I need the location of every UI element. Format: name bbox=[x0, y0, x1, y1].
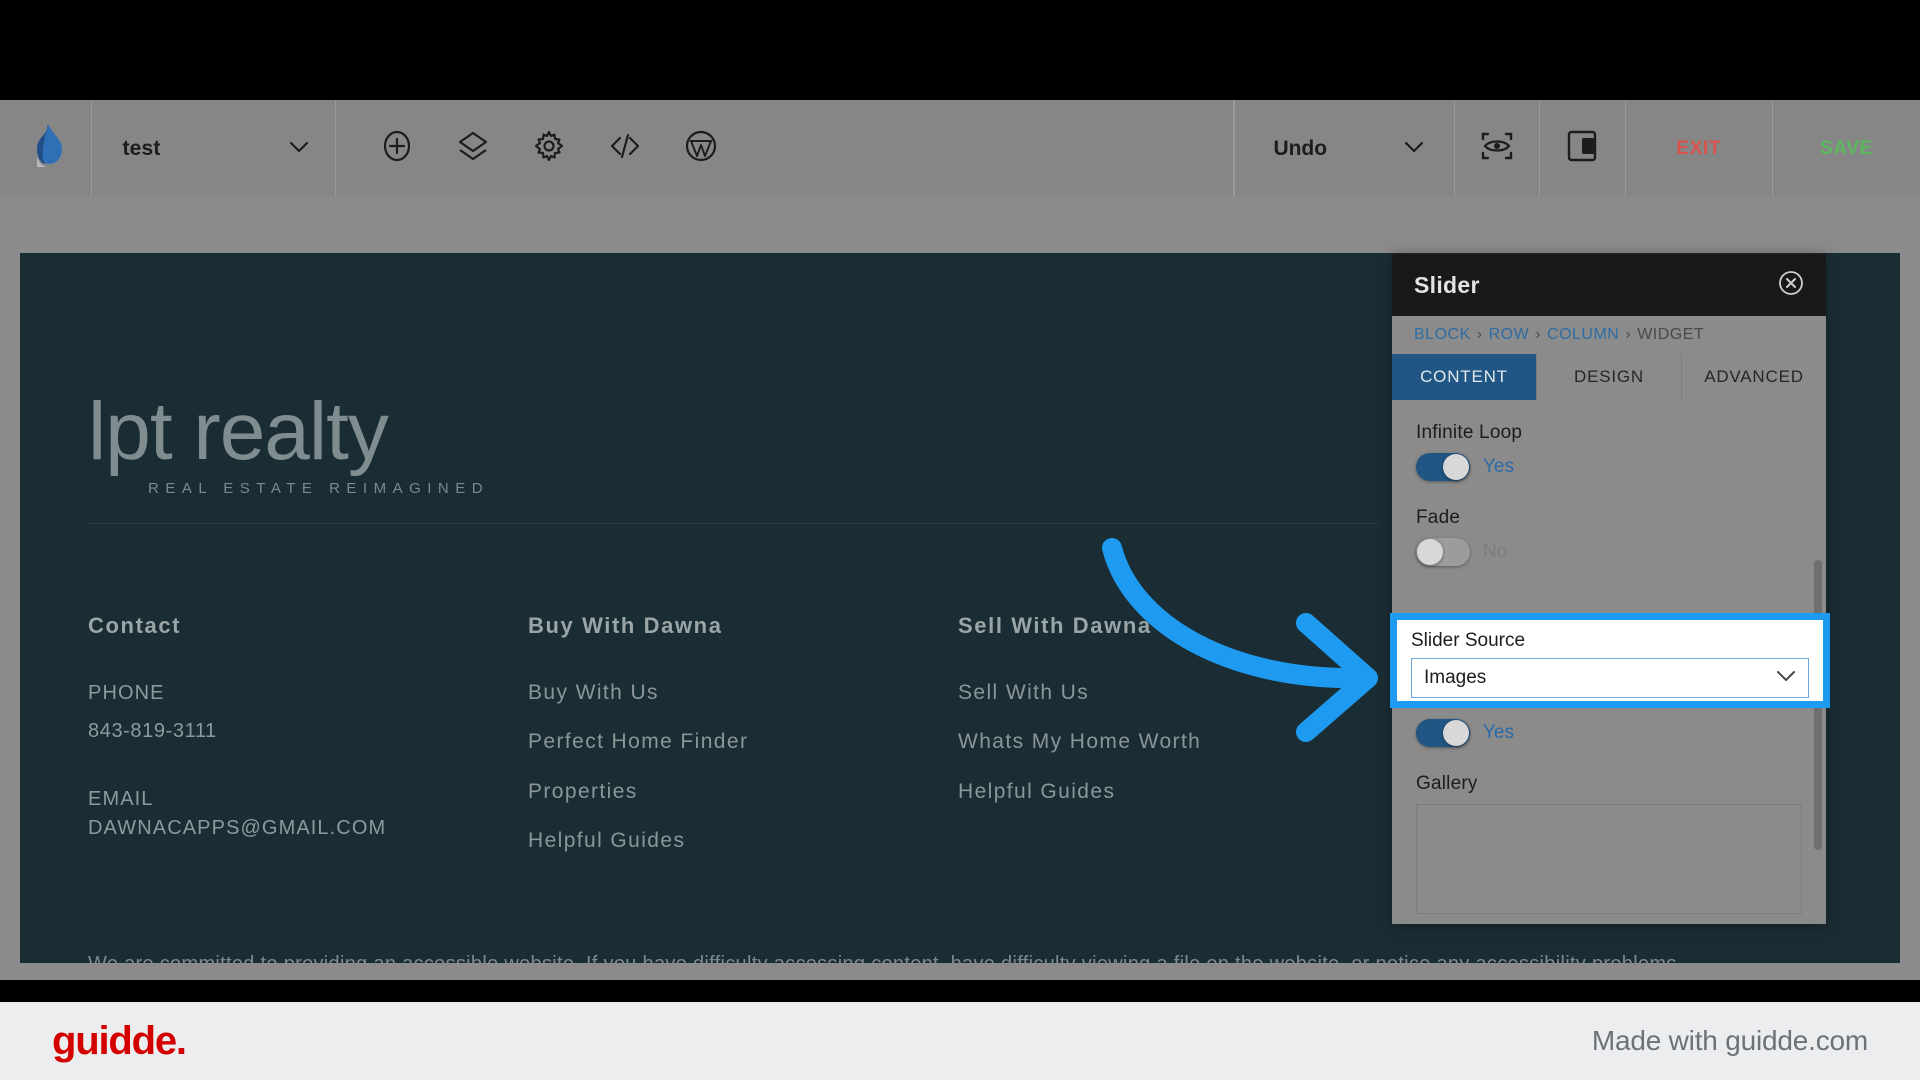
toggle-knob bbox=[1443, 454, 1469, 480]
chevron-down-icon bbox=[1776, 669, 1796, 687]
tab-design[interactable]: DESIGN bbox=[1537, 354, 1682, 400]
eye-focus-icon bbox=[1479, 130, 1515, 167]
preview-button[interactable] bbox=[1455, 100, 1541, 197]
guidde-attribution: Made with guidde.com bbox=[1591, 1025, 1868, 1056]
slider-source-select[interactable]: Images bbox=[1411, 658, 1809, 698]
gear-icon[interactable] bbox=[532, 129, 566, 168]
breadcrumb-separator: › bbox=[1476, 326, 1483, 343]
contact-phone-block: PHONE 843-819-3111 bbox=[88, 679, 528, 743]
contact-email-value[interactable]: DAWNACAPPS@GMAIL.COM bbox=[88, 814, 528, 843]
footer-link[interactable]: Perfect Home Finder bbox=[528, 728, 958, 755]
chevron-down-icon bbox=[289, 140, 309, 158]
infinite-loop-toggle[interactable] bbox=[1416, 453, 1470, 481]
undo-label: Undo bbox=[1273, 136, 1328, 160]
panel-title: Slider bbox=[1414, 271, 1480, 298]
device-layout-icon bbox=[1566, 129, 1598, 168]
responsive-view-button[interactable] bbox=[1540, 100, 1626, 197]
guidde-footer-bar: guidde. Made with guidde.com bbox=[0, 1002, 1920, 1080]
tab-advanced[interactable]: ADVANCED bbox=[1682, 354, 1826, 400]
toggle-knob bbox=[1443, 720, 1469, 746]
gallery-label: Gallery bbox=[1416, 773, 1478, 794]
contact-gap bbox=[88, 743, 528, 785]
site-title: test bbox=[122, 136, 161, 160]
curved-arrow-right-icon bbox=[1102, 538, 1378, 742]
footer-link[interactable]: Properties bbox=[528, 778, 958, 805]
breadcrumb-separator: › bbox=[1625, 326, 1632, 343]
field-slider-source: Slider Source Images bbox=[1397, 620, 1823, 701]
footer-column-heading: Contact bbox=[88, 613, 182, 638]
breadcrumb-column[interactable]: COLUMN bbox=[1547, 326, 1619, 344]
letterbox-top bbox=[0, 0, 1920, 100]
undo-dropdown[interactable]: Undo bbox=[1235, 100, 1455, 197]
flame-logo-icon bbox=[29, 123, 63, 174]
footer-column-heading: Buy With Dawna bbox=[528, 613, 723, 638]
infinite-loop-label: Infinite Loop bbox=[1416, 422, 1523, 443]
breadcrumb-block[interactable]: BLOCK bbox=[1414, 326, 1471, 344]
site-selector[interactable]: test bbox=[92, 100, 337, 197]
field-gallery: Gallery bbox=[1416, 773, 1802, 914]
field-infinite-loop: Infinite Loop Yes bbox=[1416, 422, 1802, 481]
chevron-down-icon bbox=[1404, 140, 1424, 158]
contact-email-label: EMAIL bbox=[88, 788, 154, 810]
lightbox-toggle[interactable] bbox=[1416, 719, 1470, 747]
fade-value: No bbox=[1483, 541, 1508, 562]
fade-row: No bbox=[1416, 538, 1802, 566]
add-circle-icon[interactable] bbox=[380, 129, 414, 168]
breadcrumb-widget: WIDGET bbox=[1637, 326, 1705, 343]
contact-phone-label: PHONE bbox=[88, 682, 165, 704]
wordpress-icon[interactable] bbox=[684, 129, 718, 168]
infinite-loop-row: Yes bbox=[1416, 453, 1802, 481]
panel-header: Slider bbox=[1392, 254, 1826, 316]
toolbar-icon-group bbox=[336, 100, 1235, 197]
fade-toggle[interactable] bbox=[1416, 538, 1470, 566]
letterbox-bottom bbox=[0, 980, 1920, 1002]
save-button[interactable]: SAVE bbox=[1773, 100, 1920, 197]
footer-column-contact: Contact PHONE 843-819-3111 EMAIL DAWNACA… bbox=[88, 613, 528, 876]
footer-column-buy: Buy With Dawna Buy With Us Perfect Home … bbox=[528, 613, 958, 876]
footer-link[interactable]: Buy With Us bbox=[528, 679, 958, 706]
builder-toolbar: test Undo EXIT SAVE bbox=[0, 100, 1920, 197]
slider-source-highlight: Slider Source Images bbox=[1390, 613, 1830, 708]
slider-source-value: Images bbox=[1424, 667, 1487, 688]
slider-source-label: Slider Source bbox=[1411, 630, 1526, 651]
infinite-loop-value: Yes bbox=[1483, 456, 1514, 477]
panel-tabs: CONTENT DESIGN ADVANCED bbox=[1392, 354, 1826, 400]
toolbar-logo-button[interactable] bbox=[0, 100, 93, 197]
contact-email-block: EMAIL DAWNACAPPS@GMAIL.COM bbox=[88, 785, 528, 843]
contact-phone-value[interactable]: 843-819-3111 bbox=[88, 720, 528, 743]
exit-button[interactable]: EXIT bbox=[1626, 100, 1773, 197]
exit-label: EXIT bbox=[1676, 137, 1722, 159]
breadcrumb-row[interactable]: ROW bbox=[1489, 326, 1530, 344]
brand-logo: lpt realty REAL ESTATE REIMAGINED bbox=[88, 386, 490, 498]
brand-name: lpt realty bbox=[88, 386, 389, 477]
breadcrumb: BLOCK › ROW › COLUMN › WIDGET bbox=[1392, 316, 1826, 354]
fade-label: Fade bbox=[1416, 507, 1461, 528]
code-icon[interactable] bbox=[608, 129, 642, 168]
accessibility-paragraph: We are committed to providing an accessi… bbox=[88, 953, 1828, 963]
breadcrumb-separator: › bbox=[1535, 326, 1542, 343]
layers-icon[interactable] bbox=[456, 129, 490, 168]
brand-tagline: REAL ESTATE REIMAGINED bbox=[148, 480, 490, 497]
footer-link[interactable]: Helpful Guides bbox=[958, 778, 1388, 805]
gallery-dropzone[interactable] bbox=[1416, 804, 1802, 914]
close-circle-icon[interactable] bbox=[1778, 270, 1804, 301]
lightbox-row: Yes bbox=[1416, 719, 1802, 747]
tab-content[interactable]: CONTENT bbox=[1392, 354, 1537, 400]
guidde-logo: guidde. bbox=[52, 1018, 187, 1063]
lightbox-value: Yes bbox=[1483, 722, 1514, 743]
save-label: SAVE bbox=[1820, 137, 1873, 159]
toggle-knob bbox=[1417, 539, 1443, 565]
screen-root: test Undo EXIT SAVE lpt realty REAL ESTA… bbox=[0, 0, 1920, 1080]
field-fade: Fade No bbox=[1416, 507, 1802, 566]
widget-settings-panel: Slider BLOCK › ROW › COLUMN › WIDGET CON… bbox=[1392, 254, 1826, 924]
footer-link[interactable]: Helpful Guides bbox=[528, 827, 958, 854]
